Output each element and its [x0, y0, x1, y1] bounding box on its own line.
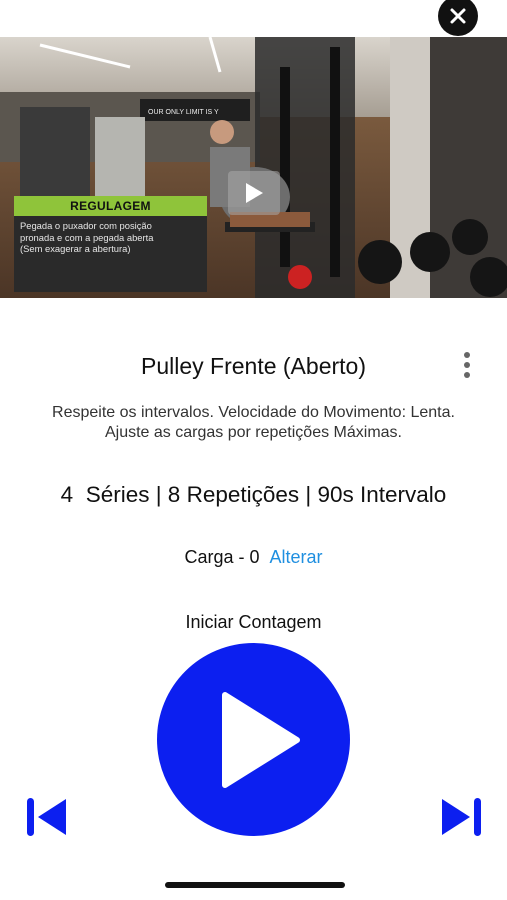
overlay-text: Pegada o puxador com posição pronada e c… [20, 220, 154, 254]
home-indicator[interactable] [165, 882, 345, 888]
load-label: Carga - 0 [184, 547, 260, 567]
previous-exercise-button[interactable] [24, 796, 68, 838]
start-timer-button[interactable] [157, 643, 350, 836]
start-counter-label: Iniciar Contagem [185, 612, 322, 632]
skip-previous-icon [27, 798, 66, 836]
video-play-button[interactable] [228, 171, 280, 215]
play-icon [246, 183, 263, 203]
description-line: Respeite os intervalos. Velocidade do Mo… [52, 404, 455, 421]
play-icon [221, 691, 300, 788]
exercise-description: Respeite os intervalos. Velocidade do Mo… [40, 403, 467, 443]
instruction-overlay: REGULAGEM Pegada o puxador com posição p… [14, 196, 207, 292]
next-exercise-button[interactable] [440, 796, 484, 838]
sets-summary: 4 Séries | 8 Repetições | 90s Intervalo [60, 482, 447, 507]
more-vertical-icon [464, 352, 470, 378]
load-row: Carga - 0 Alterar [0, 547, 507, 568]
change-load-link[interactable]: Alterar [270, 547, 323, 567]
exercise-title: Pulley Frente (Aberto) [141, 353, 366, 379]
more-options-button[interactable] [460, 351, 474, 381]
close-button[interactable] [438, 0, 478, 36]
exercise-video[interactable]: OUR ONLY LIMIT IS Y REGULAGEM Pegada o p… [0, 37, 507, 298]
description-line: Ajuste as cargas por repetições Máximas. [104, 424, 402, 441]
gym-banner-text: OUR ONLY LIMIT IS Y [148, 109, 219, 116]
close-icon [450, 8, 466, 24]
skip-next-icon [442, 798, 481, 836]
overlay-title: REGULAGEM [14, 196, 207, 216]
